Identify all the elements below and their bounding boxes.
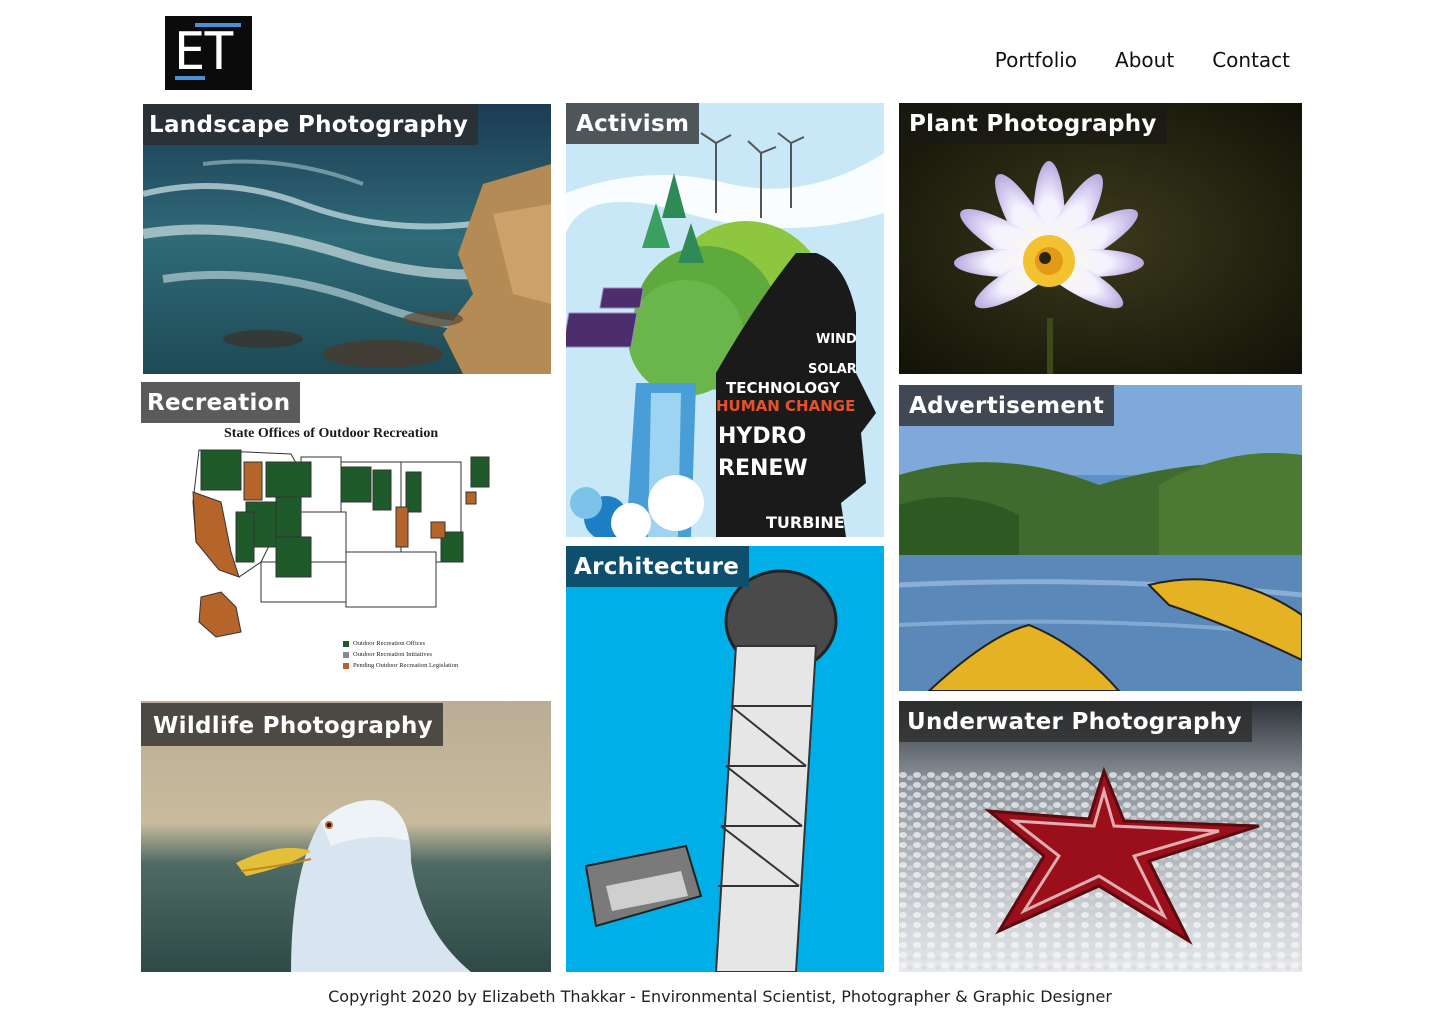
tile-underwater-photography[interactable]: Underwater Photography	[899, 701, 1302, 972]
tile-label: Plant Photography	[899, 103, 1167, 144]
nav-contact[interactable]: Contact	[1212, 48, 1290, 72]
word-renew: RENEW	[718, 456, 808, 481]
logo-text: ET	[174, 22, 235, 82]
logo-accent-bottom	[175, 76, 205, 80]
tile-advertisement[interactable]: Advertisement	[899, 385, 1302, 691]
advertisement-image	[899, 385, 1302, 691]
tile-label: Underwater Photography	[899, 701, 1252, 742]
word-solar: SOLAR	[808, 362, 857, 377]
tile-recreation[interactable]: State Offices of Outdoor Recreation Outd…	[141, 382, 551, 682]
site-logo[interactable]: ET	[165, 16, 252, 90]
nav-portfolio[interactable]: Portfolio	[995, 48, 1077, 72]
tile-label: Architecture	[566, 546, 750, 587]
tile-label: Wildlife Photography	[141, 703, 443, 746]
word-wind: WIND	[816, 332, 857, 347]
activism-illustration: TECHNOLOGY HUMAN CHANGE HYDRO RENEW SOLA…	[566, 103, 884, 537]
us-map	[192, 449, 490, 638]
word-technology: TECHNOLOGY	[726, 379, 841, 397]
legend-item: Outdoor Recreation Initiatives	[343, 651, 458, 658]
tile-label: Advertisement	[899, 385, 1115, 426]
tile-wildlife-photography[interactable]: Wildlife Photography	[141, 701, 551, 972]
tile-label: Recreation	[141, 382, 301, 423]
footer-copyright: Copyright 2020 by Elizabeth Thakkar - En…	[328, 987, 1112, 1006]
word-hydro: HYDRO	[718, 424, 806, 449]
legend-swatch	[343, 640, 349, 647]
word-turbine: TURBINE	[766, 513, 845, 532]
tile-landscape-photography[interactable]: Landscape Photography	[143, 104, 551, 374]
legend-swatch	[343, 662, 349, 669]
legend-item: Pending Outdoor Recreation Legislation	[343, 662, 458, 669]
legend-swatch	[343, 651, 349, 658]
legend-text: Pending Outdoor Recreation Legislation	[353, 662, 459, 669]
map-legend: Outdoor Recreation Offices Outdoor Recre…	[343, 640, 458, 673]
legend-item: Outdoor Recreation Offices	[343, 640, 458, 647]
architecture-illustration	[566, 546, 884, 972]
tile-label: Activism	[566, 103, 700, 144]
word-human-change: HUMAN CHANGE	[716, 397, 855, 415]
tile-label: Landscape Photography	[143, 104, 479, 145]
tile-plant-photography[interactable]: Plant Photography	[899, 103, 1302, 374]
legend-text: Outdoor Recreation Offices	[353, 640, 426, 647]
tile-architecture[interactable]: Architecture	[566, 546, 884, 972]
tile-activism[interactable]: TECHNOLOGY HUMAN CHANGE HYDRO RENEW SOLA…	[566, 103, 884, 537]
main-nav: Portfolio About Contact	[995, 48, 1290, 72]
nav-about[interactable]: About	[1115, 48, 1174, 72]
legend-text: Outdoor Recreation Initiatives	[353, 651, 433, 658]
